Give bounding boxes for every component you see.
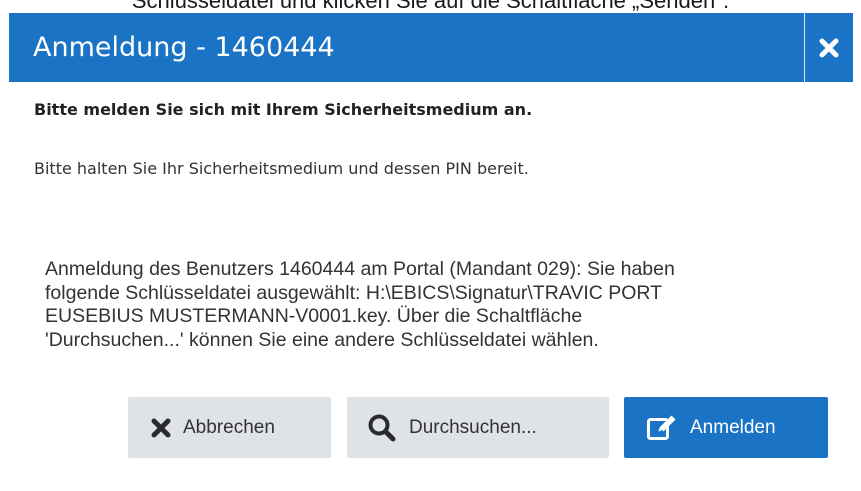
cancel-button-label: Abbrechen — [183, 416, 275, 438]
cancel-button[interactable]: Abbrechen — [128, 397, 331, 458]
login-button-label: Anmelden — [690, 416, 776, 438]
login-button[interactable]: Anmelden — [624, 397, 828, 458]
info-line: folgende Schlüsseldatei ausgewählt: H:\E… — [45, 281, 663, 304]
close-button[interactable] — [805, 13, 853, 82]
edit-icon — [646, 413, 678, 443]
x-icon — [150, 417, 172, 439]
dialog-titlebar: Anmeldung - 1460444 — [9, 13, 853, 82]
dialog-title: Anmeldung - 1460444 — [33, 32, 335, 63]
search-icon — [367, 413, 397, 443]
dialog-subtext: Bitte halten Sie Ihr Sicherheitsmedium u… — [34, 159, 529, 178]
browse-button[interactable]: Durchsuchen... — [347, 397, 609, 458]
background-instruction-text: Schlüsseldatei und klicken Sie auf die S… — [131, 0, 730, 13]
close-icon — [819, 38, 839, 57]
dialog-heading: Bitte melden Sie sich mit Ihrem Sicherhe… — [34, 100, 533, 119]
info-line: Anmeldung des Benutzers 1460444 am Porta… — [45, 258, 675, 280]
browse-button-label: Durchsuchen... — [409, 416, 537, 438]
info-line: EUSEBIUS MUSTERMANN-V0001.key. Über die … — [45, 305, 583, 327]
info-line: 'Durchsuchen...' können Sie eine andere … — [45, 328, 599, 351]
info-message: Anmeldung des Benutzers 1460444 am Porta… — [45, 258, 835, 352]
